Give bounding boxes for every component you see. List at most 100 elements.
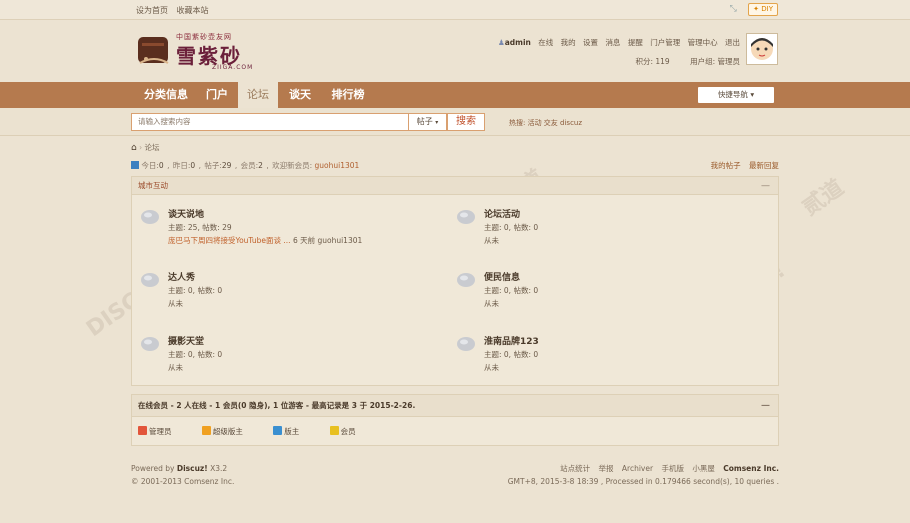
hot-search[interactable]: 热搜: 活动 交友 discuz <box>509 118 582 128</box>
forum-meta: 主题: 0, 帖数: 0 <box>484 286 539 295</box>
points-link[interactable]: 积分: 119 <box>635 57 669 66</box>
forum-item: 论坛活动 主题: 0, 帖数: 0 从未 <box>456 207 756 249</box>
legend-item: 管理员 <box>138 426 186 436</box>
breadcrumb: ⌂ › 论坛 <box>131 142 160 153</box>
quick-nav-button[interactable]: 快捷导航 ▾ <box>698 87 774 103</box>
discuz-link[interactable]: Discuz! <box>177 464 208 473</box>
posts-label: 帖子: <box>204 161 222 170</box>
my-link[interactable]: 我的 <box>561 38 576 47</box>
switch-width-icon[interactable]: ⤡ <box>730 4 740 14</box>
archiver-link[interactable]: Archiver <box>622 464 653 473</box>
report-link[interactable]: 举报 <box>599 464 614 473</box>
last-post-user[interactable]: guohui1301 <box>317 236 362 245</box>
user-group-link[interactable]: 用户组: 管理员 <box>690 57 740 66</box>
top-utility-bar: 设为首页 收藏本站 ⤡ ✦ DIY <box>0 0 910 20</box>
nav-item-classified[interactable]: 分类信息 <box>136 82 196 108</box>
admin-center-link[interactable]: 管理中心 <box>688 38 718 47</box>
forum-item: 谈天说地 主题: 25, 帖数: 29 庞巴马下周四将接受YouTube面谈 .… <box>140 207 440 249</box>
latest-reply-link[interactable]: 最新回复 <box>749 161 779 170</box>
username-link[interactable]: admin <box>505 38 531 47</box>
settings-link[interactable]: 设置 <box>583 38 598 47</box>
forum-last-post: 庞巴马下周四将接受YouTube面谈 ... 6 天前 guohui1301 <box>168 235 362 246</box>
forum-bubble-icon <box>457 210 475 224</box>
my-posts-link[interactable]: 我的帖子 <box>711 161 741 170</box>
messages-link[interactable]: 消息 <box>605 38 620 47</box>
avatar[interactable] <box>746 33 778 65</box>
user-icon: ♟ <box>497 38 505 47</box>
right-links: 我的帖子 最新回复 <box>705 160 779 171</box>
blackroom-link[interactable]: 小黑屋 <box>692 464 715 473</box>
search-bar: 请输入搜索内容 帖子 ▾ 搜索 热搜: 活动 交友 discuz <box>0 108 910 136</box>
member-badge-icon <box>329 426 339 435</box>
category-title[interactable]: 城市互动 <box>138 181 168 190</box>
online-title[interactable]: 在线会员 - 2 人在线 - 1 会员(0 隐身), 1 位游客 - 最高记录是… <box>138 401 415 410</box>
user-row-2: 积分: 119 用户组: 管理员 <box>493 56 740 67</box>
search-input[interactable]: 请输入搜索内容 <box>131 113 409 131</box>
breadcrumb-forum[interactable]: 论坛 <box>145 143 160 152</box>
legend-item: 会员 <box>329 426 370 436</box>
chevron-down-icon: ▾ <box>750 90 755 99</box>
stats-separator: , <box>266 161 269 170</box>
online-status[interactable]: 在线 <box>538 38 553 47</box>
site-logo[interactable]: 中国紫砂壶友网 雪紫砂 ZIIGA.COM <box>136 31 266 73</box>
forum-name[interactable]: 达人秀 <box>168 270 195 283</box>
super-moderator-badge-icon <box>201 426 211 435</box>
search-type-select[interactable]: 帖子 ▾ <box>409 113 447 131</box>
mobile-link[interactable]: 手机版 <box>661 464 684 473</box>
forum-name[interactable]: 摄影天堂 <box>168 334 204 347</box>
collapse-icon[interactable]: — <box>761 395 770 417</box>
site-stats-link[interactable]: 站点统计 <box>560 464 590 473</box>
quick-nav-label: 快捷导航 <box>717 90 748 99</box>
legend-item: 超级版主 <box>201 426 257 436</box>
stats-separator: , <box>234 161 238 170</box>
site-header: 中国紫砂壶友网 雪紫砂 ZIIGA.COM ♟admin 在线 我的 设置 消息… <box>0 20 910 82</box>
remind-link[interactable]: 提醒 <box>628 38 643 47</box>
portal-manage-link[interactable]: 门户管理 <box>650 38 680 47</box>
nav-item-chat[interactable]: 谈天 <box>280 82 320 108</box>
watermark: 贰道 <box>798 175 849 221</box>
forum-name[interactable]: 便民信息 <box>484 270 520 283</box>
moderator-badge-icon <box>273 426 283 435</box>
avatar-image <box>747 34 777 64</box>
admin-badge-icon <box>138 426 147 435</box>
forum-meta: 主题: 0, 帖数: 0 <box>484 350 539 359</box>
forum-bubble-icon <box>141 337 159 351</box>
forum-stats: 今日:0 , 昨日:0 , 帖子:29 , 会员:2 , 欢迎新会员: guoh… <box>131 160 359 171</box>
forum-item: 淮南品牌123 主题: 0, 帖数: 0 从未 <box>456 334 756 376</box>
forum-meta: 主题: 0, 帖数: 0 <box>168 286 223 295</box>
diy-button[interactable]: ✦ DIY <box>748 3 778 16</box>
forum-last-post: 从未 <box>168 299 183 308</box>
forum-name[interactable]: 淮南品牌123 <box>484 334 539 347</box>
forum-bubble-icon <box>457 273 475 287</box>
today-label: 今日: <box>141 161 159 170</box>
diy-label: DIY <box>761 5 773 13</box>
copyright: © 2001-2013 Comsenz Inc. <box>131 477 235 486</box>
collapse-icon[interactable]: — <box>761 177 770 195</box>
favorite-link[interactable]: 收藏本站 <box>177 6 209 15</box>
last-post-title[interactable]: 庞巴马下周四将接受YouTube面谈 ... <box>168 236 291 245</box>
set-home-link[interactable]: 设为首页 <box>136 6 168 15</box>
forum-last-post: 从未 <box>484 236 499 245</box>
forum-bubble-icon <box>141 210 159 224</box>
newest-member-link[interactable]: guohui1301 <box>315 161 360 170</box>
nav-item-portal[interactable]: 门户 <box>198 82 236 108</box>
top-links: 设为首页 收藏本站 <box>136 5 215 16</box>
home-icon[interactable]: ⌂ <box>131 143 137 153</box>
legend-item: 版主 <box>273 426 313 436</box>
nav-item-forum[interactable]: 论坛 <box>238 82 278 108</box>
forum-meta: 主题: 0, 帖数: 0 <box>484 223 539 232</box>
comsenz-link[interactable]: Comsenz Inc. <box>723 464 779 473</box>
stats-chart-icon <box>131 161 139 169</box>
logout-link[interactable]: 退出 <box>725 38 740 47</box>
forum-name[interactable]: 谈天说地 <box>168 207 204 220</box>
member-legend: 管理员 超级版主 版主 会员 <box>138 426 384 437</box>
forum-bubble-icon <box>141 273 159 287</box>
runtime-info: GMT+8, 2015-3-8 18:39 , Processed in 0.1… <box>507 477 779 486</box>
version-label: X3.2 <box>210 464 228 473</box>
yesterday-count: 0 <box>190 161 196 170</box>
search-button[interactable]: 搜索 <box>447 113 485 131</box>
nav-item-ranking[interactable]: 排行榜 <box>322 82 374 108</box>
forum-category-box: 城市互动 — 谈天说地 主题: 25, 帖数: 29 庞巴马下周四将接受YouT… <box>131 176 779 386</box>
footer-left: Powered by Discuz! X3.2 © 2001-2013 Coms… <box>131 462 234 488</box>
forum-name[interactable]: 论坛活动 <box>484 207 520 220</box>
